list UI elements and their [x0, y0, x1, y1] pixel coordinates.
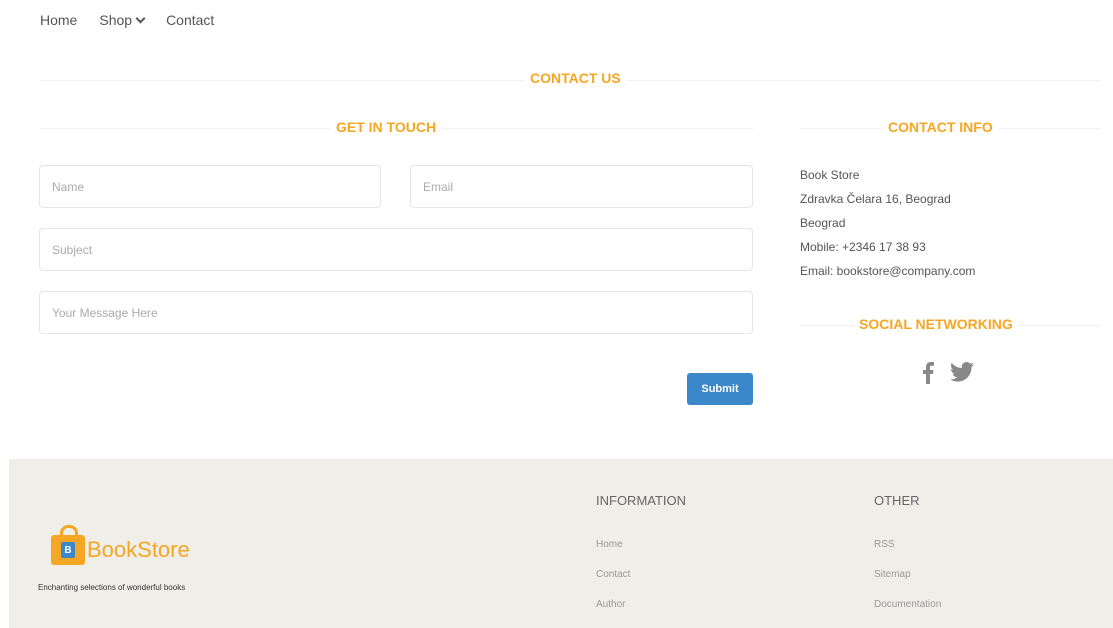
logo-text: BookStore — [87, 537, 190, 562]
footer-logo[interactable]: B BookStore — [51, 525, 190, 565]
nav-contact[interactable]: Contact — [166, 12, 214, 28]
footer-link-home[interactable]: Home — [596, 539, 623, 550]
page-title: CONTACT US — [524, 70, 627, 86]
footer-link-documentation[interactable]: Documentation — [874, 599, 941, 610]
message-placeholder: Your Message Here — [52, 305, 158, 320]
name-field[interactable]: Name — [39, 165, 381, 208]
subject-placeholder: Subject — [52, 242, 93, 257]
shopping-bag-icon: B — [51, 525, 85, 565]
get-in-touch-title: GET IN TOUCH — [330, 119, 443, 135]
twitter-icon[interactable] — [950, 362, 974, 382]
nav-home[interactable]: Home — [40, 12, 77, 28]
information-title: INFORMATION — [596, 493, 687, 508]
contact-email: Email: bookstore@company.com — [800, 264, 976, 278]
email-placeholder: Email — [423, 179, 454, 194]
nav-shop-label: Shop — [99, 12, 133, 28]
footer-link-sitemap[interactable]: Sitemap — [874, 569, 911, 580]
contact-info-block: Book Store Zdravka Čelara 16, Beograd Be… — [800, 163, 975, 283]
footer-link-rss[interactable]: RSS — [874, 539, 895, 550]
footer: B BookStore Enchanting selections of won… — [9, 459, 1113, 628]
other-title: OTHER — [874, 493, 920, 508]
contact-mobile: Mobile: +2346 17 38 93 — [800, 240, 926, 254]
nav-shop[interactable]: Shop — [99, 12, 146, 28]
submit-button[interactable]: Submit — [687, 373, 753, 405]
footer-link-author[interactable]: Author — [596, 599, 625, 610]
contact-city: Beograd — [800, 216, 846, 230]
email-field[interactable]: Email — [410, 165, 753, 208]
message-field[interactable]: Your Message Here — [39, 291, 753, 334]
footer-link-contact[interactable]: Contact — [596, 569, 630, 580]
contact-info-title: CONTACT INFO — [882, 119, 999, 135]
facebook-icon[interactable] — [922, 362, 934, 384]
contact-address: Zdravka Čelara 16, Beograd — [800, 192, 951, 206]
footer-tagline: Enchanting selections of wonderful books — [38, 583, 186, 592]
top-nav: Home Shop Contact — [40, 12, 214, 28]
subject-field[interactable]: Subject — [39, 228, 753, 271]
logo-letter: B — [61, 542, 75, 558]
name-placeholder: Name — [52, 179, 85, 194]
chevron-down-icon — [135, 13, 146, 24]
social-icons — [922, 362, 974, 384]
social-title: SOCIAL NETWORKING — [853, 316, 1019, 332]
contact-company: Book Store — [800, 168, 860, 182]
